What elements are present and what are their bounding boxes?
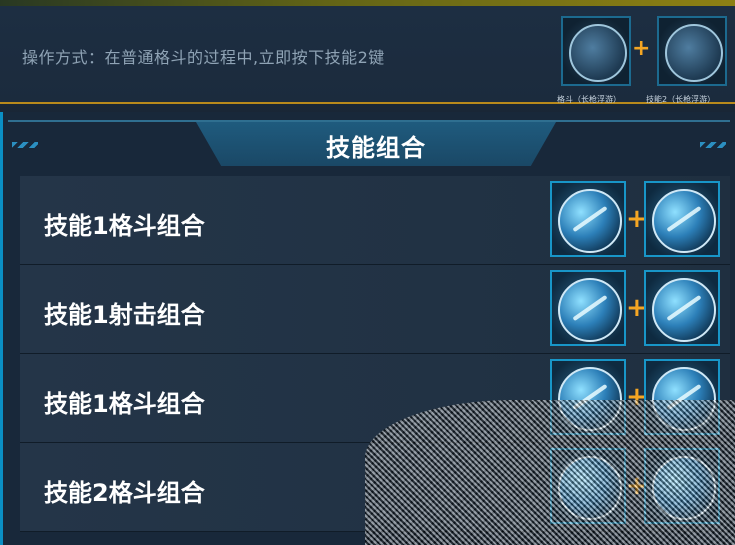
combo-label: 技能1格斗组合 [44,212,205,240]
combo-row[interactable]: 技能1格斗组合 + [20,176,730,265]
skill-slot-b[interactable] [644,270,720,346]
sword-skill-icon [569,24,627,82]
combo-label: 技能1射击组合 [44,301,205,329]
mini-caption-2: 技能2（长枪浮游） [646,95,716,104]
mech-skill-icon [665,24,723,82]
combo-label: 技能2格斗组合 [44,479,205,507]
skill-slot-a[interactable] [550,181,626,257]
skill-combo-screen: 操作方式：在普通格斗的过程中,立即按下技能2键 + 格斗（长枪浮游） 技能2（长… [0,0,735,545]
operation-instructions: 操作方式：在普通格斗的过程中,立即按下技能2键 [22,48,385,67]
corner-decoration-left [12,142,38,148]
operation-panel: 操作方式：在普通格斗的过程中,立即按下技能2键 + 格斗（长枪浮游） 技能2（长… [0,6,735,104]
combo-row[interactable]: 技能1射击组合 + [20,265,730,354]
skill2-slot[interactable] [657,16,727,86]
skill-slot-b[interactable] [644,181,720,257]
melee-skill-slot[interactable] [561,16,631,86]
corner-decoration-right [700,142,726,148]
plus-icon: + [632,36,651,61]
mini-caption-1: 格斗（长枪浮游） [557,95,621,104]
noise-overlay [365,400,735,545]
frame-divider [8,120,730,122]
combo-label: 技能1格斗组合 [44,390,205,418]
panel-title: 技能组合 [326,134,426,162]
skill-slot-a[interactable] [550,270,626,346]
